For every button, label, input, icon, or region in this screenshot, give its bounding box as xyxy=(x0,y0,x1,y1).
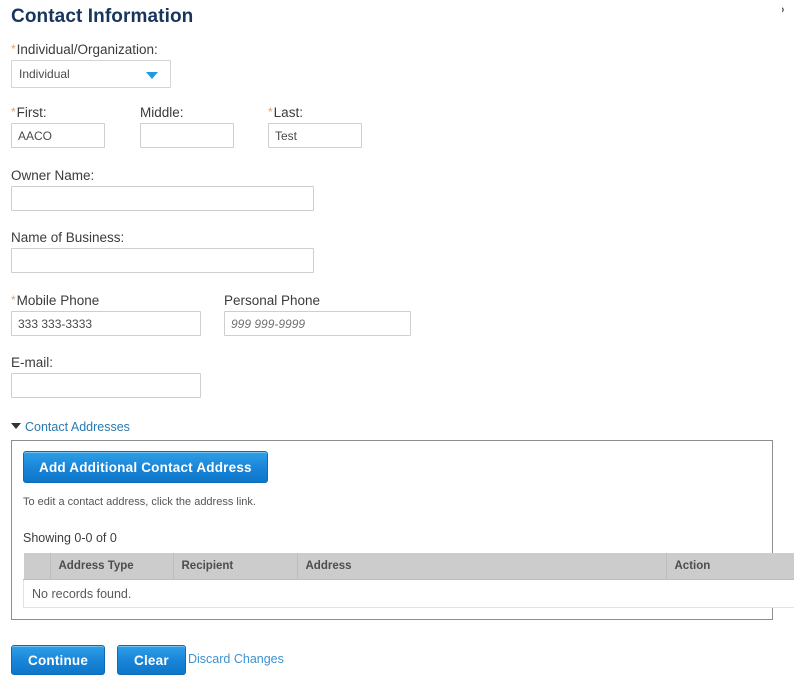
individual-organization-select-wrapper[interactable]: Individual xyxy=(11,60,171,88)
required-asterisk: * xyxy=(11,42,16,56)
mobile-phone-input[interactable] xyxy=(11,311,201,336)
mobile-phone-label: *Mobile Phone xyxy=(11,293,99,309)
name-of-business-input[interactable] xyxy=(11,248,314,273)
name-of-business-label: Name of Business: xyxy=(11,230,125,245)
individual-organization-select[interactable]: Individual xyxy=(11,60,171,88)
required-asterisk: * xyxy=(11,105,16,119)
personal-phone-input[interactable] xyxy=(224,311,411,336)
table-body: No records found. xyxy=(23,579,794,608)
page-title: Contact Information xyxy=(11,6,194,27)
required-asterisk: * xyxy=(11,293,16,307)
owner-name-label: Owner Name: xyxy=(11,168,95,183)
first-name-label: *First: xyxy=(11,105,47,121)
personal-phone-label: Personal Phone xyxy=(224,293,321,308)
continue-button[interactable]: Continue xyxy=(11,645,106,675)
table-header-row: Address Type Recipient Address Action xyxy=(23,553,794,580)
add-additional-contact-address-button[interactable]: Add Additional Contact Address xyxy=(23,451,268,483)
individual-organization-label-text: Individual/Organization: xyxy=(16,42,158,57)
mobile-phone-label-text: Mobile Phone xyxy=(16,293,100,308)
first-name-label-text: First: xyxy=(16,105,47,120)
chevron-down-icon[interactable] xyxy=(146,72,158,79)
middle-name-label: Middle: xyxy=(140,105,184,120)
individual-organization-selected-value: Individual xyxy=(19,67,70,81)
required-asterisk: * xyxy=(268,105,273,119)
contact-addresses-panel: Add Additional Contact Address To edit a… xyxy=(11,440,794,620)
clear-button[interactable]: Clear xyxy=(117,645,186,675)
column-header-address-type: Address Type xyxy=(50,553,174,580)
contact-address-hint: To edit a contact address, click the add… xyxy=(23,496,256,508)
showing-count: Showing 0-0 of 0 xyxy=(23,531,117,545)
column-header-recipient: Recipient xyxy=(173,553,298,580)
individual-organization-label: *Individual/Organization: xyxy=(11,42,158,58)
first-name-input[interactable] xyxy=(11,123,105,148)
column-header-address: Address xyxy=(297,553,667,580)
help-icon-partial[interactable]: ? xyxy=(782,2,792,24)
owner-name-input[interactable] xyxy=(11,186,314,211)
contact-addresses-disclosure[interactable]: Contact Addresses xyxy=(11,419,130,435)
no-records-message: No records found. xyxy=(23,579,794,608)
column-header-select xyxy=(23,553,51,580)
discard-changes-link[interactable]: Discard Changes xyxy=(188,652,284,666)
table-row-empty: No records found. xyxy=(23,579,794,608)
email-label: E-mail: xyxy=(11,355,54,370)
last-name-input[interactable] xyxy=(268,123,362,148)
contact-addresses-link[interactable]: Contact Addresses xyxy=(25,420,130,434)
middle-name-input[interactable] xyxy=(140,123,234,148)
contact-information-page: ? Contact Information *Individual/Organi… xyxy=(0,0,794,683)
last-name-label-text: Last: xyxy=(273,105,303,120)
email-input[interactable] xyxy=(11,373,201,398)
caret-down-icon[interactable] xyxy=(11,423,21,429)
last-name-label: *Last: xyxy=(268,105,303,121)
contact-addresses-table: Address Type Recipient Address Action No… xyxy=(23,553,794,608)
column-header-action: Action xyxy=(666,553,794,580)
